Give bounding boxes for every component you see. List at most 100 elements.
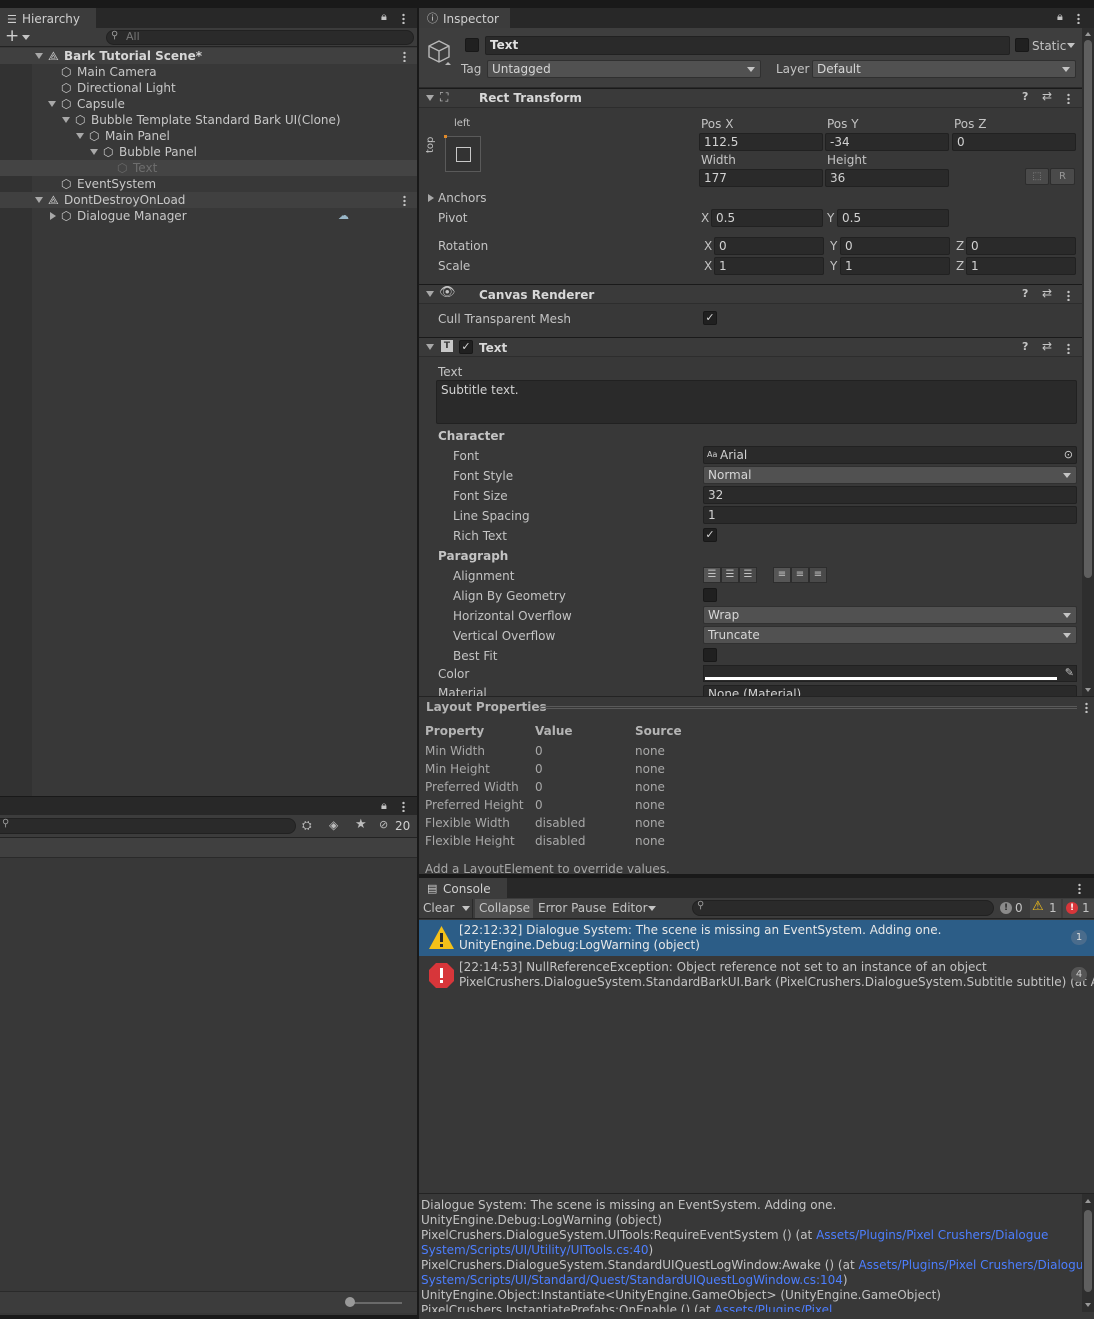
align-center-button[interactable]: ☰ [721, 567, 739, 583]
more-icon[interactable] [1077, 13, 1080, 24]
layer-dropdown[interactable]: Default [812, 60, 1076, 78]
hierarchy-item[interactable]: ⬡ Main Panel [0, 128, 417, 144]
inspector-scrollbar[interactable] [1082, 28, 1094, 696]
label-tag-icon[interactable]: ◈ [329, 818, 338, 832]
collapse-arrow-icon[interactable] [426, 291, 434, 297]
more-icon[interactable] [1078, 883, 1081, 894]
best-fit-checkbox[interactable] [703, 648, 717, 662]
console-entry-warning[interactable]: [22:12:32] Dialogue System: The scene is… [419, 920, 1094, 956]
hidden-packages-icon[interactable]: ⊘ [379, 818, 388, 831]
inspector-scroll-thumb[interactable] [1084, 40, 1092, 578]
favorite-star-icon[interactable]: ★ [355, 817, 367, 832]
hierarchy-item[interactable]: ⬡ Bubble Template Standard Bark UI(Clone) [0, 112, 417, 128]
component-menu-icon[interactable] [1067, 93, 1070, 104]
help-icon[interactable]: ? [1022, 340, 1028, 353]
scroll-down-icon[interactable] [1085, 688, 1091, 692]
v-overflow-dropdown[interactable]: Truncate [703, 626, 1077, 644]
console-entry-error[interactable]: [22:14:53] NullReferenceException: Objec… [419, 957, 1094, 993]
pivot-y-field[interactable]: 0.5 [837, 209, 949, 227]
zoom-slider-handle[interactable] [345, 1297, 355, 1307]
lock-icon[interactable]: 🔒︎ [381, 10, 387, 24]
help-icon[interactable]: ? [1022, 90, 1028, 103]
align-right-button[interactable]: ☰ [739, 567, 757, 583]
scale-y-field[interactable]: 1 [840, 257, 950, 275]
source-link[interactable]: System/Scripts/UI/Utility/UITools.cs:40 [421, 1243, 648, 1257]
anchors-expand-arrow[interactable] [428, 194, 434, 202]
scene-menu-icon[interactable] [403, 195, 406, 206]
width-field[interactable]: 177 [699, 169, 823, 187]
more-icon[interactable] [402, 13, 405, 24]
hierarchy-scene-row[interactable]: ⟁ Bark Tutorial Scene* [0, 48, 417, 64]
expand-arrow-icon[interactable] [35, 197, 43, 203]
scale-x-field[interactable]: 1 [714, 257, 824, 275]
rot-z-field[interactable]: 0 [966, 237, 1076, 255]
hierarchy-search-input[interactable]: ⚲ All [106, 30, 414, 45]
expand-arrow-icon[interactable] [90, 149, 98, 155]
height-field[interactable]: 36 [825, 169, 949, 187]
source-link[interactable]: Assets/Plugins/Pixel Crushers/Dialogue [816, 1228, 1048, 1242]
object-name-field[interactable]: Text [485, 36, 1010, 55]
source-link[interactable]: System/Scripts/UI/Standard/Quest/Standar… [421, 1273, 843, 1287]
filter-type-icon[interactable]: ⛭ [302, 818, 312, 833]
pivot-x-field[interactable]: 0.5 [711, 209, 823, 227]
text-value-area[interactable]: Subtitle text. [436, 380, 1077, 424]
error-pause-button[interactable]: Error Pause [538, 900, 606, 916]
console-search-input[interactable]: ⚲ [692, 900, 994, 916]
align-left-button[interactable]: ☰ [703, 567, 721, 583]
component-menu-icon[interactable] [1067, 290, 1070, 301]
collapse-button[interactable]: Collapse [475, 899, 533, 918]
anchor-preset-button[interactable] [444, 135, 481, 172]
layout-properties-menu-icon[interactable] [1085, 702, 1088, 713]
scene-menu-icon[interactable] [403, 51, 406, 62]
font-style-dropdown[interactable]: Normal [703, 466, 1077, 484]
collapse-arrow-icon[interactable] [426, 344, 434, 350]
font-size-field[interactable]: 32 [703, 486, 1077, 504]
warning-filter-toggle[interactable]: ⚠ 1 [1030, 899, 1061, 918]
error-filter-toggle[interactable]: ! 1 [1063, 899, 1094, 918]
expand-arrow-icon[interactable] [62, 117, 70, 123]
presets-icon[interactable]: ⇄ [1042, 89, 1052, 103]
more-icon[interactable] [402, 801, 405, 812]
expand-arrow-icon[interactable] [48, 101, 56, 107]
lock-icon[interactable]: 🔒︎ [381, 799, 387, 813]
material-field[interactable]: None (Material) [703, 685, 1077, 696]
text-component-header[interactable] [419, 337, 1082, 357]
align-middle-button[interactable]: ≡ [791, 567, 809, 583]
color-field[interactable]: ✎ [703, 665, 1077, 682]
align-top-button[interactable]: ≡ [773, 567, 791, 583]
eyedropper-icon[interactable]: ✎ [1065, 666, 1074, 679]
active-toggle[interactable] [465, 38, 479, 52]
posy-field[interactable]: -34 [825, 133, 949, 151]
expand-arrow-icon[interactable] [76, 133, 84, 139]
static-dropdown-icon[interactable] [1067, 43, 1075, 48]
posz-field[interactable]: 0 [952, 133, 1076, 151]
static-toggle[interactable] [1015, 38, 1029, 52]
add-object-button[interactable]: + [4, 26, 32, 46]
hierarchy-item[interactable]: ⬡ Directional Light [0, 80, 417, 96]
raw-edit-button[interactable]: R [1050, 168, 1075, 185]
hierarchy-item[interactable]: ⬡ Dialogue Manager ☁ [0, 208, 417, 224]
presets-icon[interactable]: ⇄ [1042, 339, 1052, 353]
console-detail-scrollbar[interactable] [1082, 1194, 1094, 1312]
align-geometry-checkbox[interactable] [703, 588, 717, 602]
editor-dropdown[interactable]: Editor [609, 899, 659, 918]
hierarchy-item[interactable]: ⬡ Capsule [0, 96, 417, 112]
presets-icon[interactable]: ⇄ [1042, 286, 1052, 300]
project-search-input[interactable]: ⚲ [0, 818, 296, 834]
collapse-arrow-icon[interactable] [426, 95, 434, 101]
hierarchy-item[interactable]: ⬡ Main Camera [0, 64, 417, 80]
lock-icon[interactable]: 🔒︎ [1057, 10, 1063, 24]
hierarchy-scene-row[interactable]: ⟁ DontDestroyOnLoad [0, 192, 417, 208]
scroll-down-icon[interactable] [1085, 1303, 1091, 1307]
scale-z-field[interactable]: 1 [966, 257, 1076, 275]
rot-x-field[interactable]: 0 [714, 237, 824, 255]
hierarchy-item[interactable]: ⬡ Bubble Panel [0, 144, 417, 160]
help-icon[interactable]: ? [1022, 287, 1028, 300]
expand-arrow-icon[interactable] [35, 53, 43, 59]
scroll-up-icon[interactable] [1085, 1199, 1091, 1203]
scroll-up-icon[interactable] [1085, 32, 1091, 36]
cull-transparent-checkbox[interactable]: ✓ [703, 311, 717, 325]
log-filter-toggle[interactable]: ! 0 [997, 899, 1028, 918]
tab-console[interactable]: ▤ Console [419, 878, 507, 898]
detail-scroll-thumb[interactable] [1084, 1210, 1092, 1292]
